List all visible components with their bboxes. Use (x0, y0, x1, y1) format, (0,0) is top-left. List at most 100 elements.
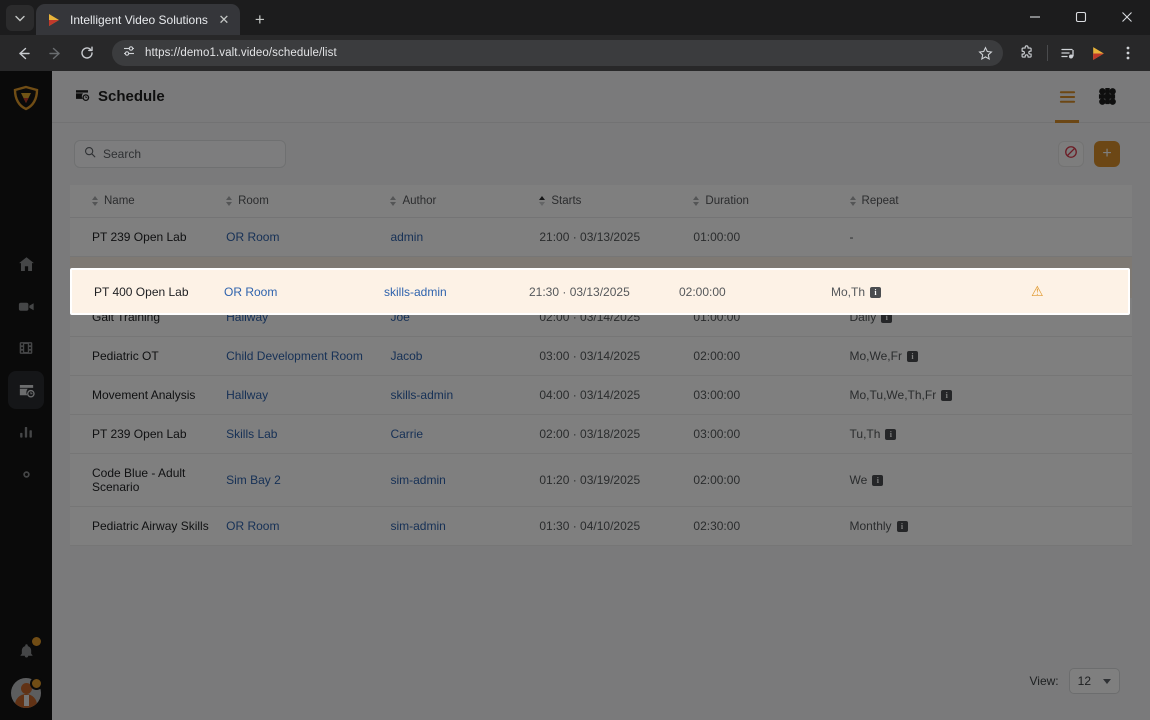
info-badge[interactable]: i (896, 521, 908, 532)
author-link[interactable]: sim-admin (390, 519, 445, 533)
room-link[interactable]: Sim Bay 2 (226, 473, 281, 487)
author-link[interactable]: admin (390, 230, 423, 244)
room-link[interactable]: OR Room (226, 271, 279, 285)
col-header-duration[interactable]: Duration (693, 185, 850, 218)
info-badge[interactable]: i (872, 475, 884, 486)
table-row[interactable]: PT 239 Open Lab Skills Lab Carrie 02:00 · 0… (70, 414, 1132, 454)
table-row[interactable]: Pediatric OT Child Development Room Jacob 0… (70, 336, 1132, 376)
valt-app-icon[interactable] (1084, 39, 1112, 67)
info-badge[interactable]: i (881, 312, 893, 323)
toolbar-actions: + (1058, 141, 1120, 167)
view-grid-button[interactable] (1094, 80, 1120, 114)
table-row[interactable]: PT 239 Open Lab OR Room admin 21:00 · 03/13… (70, 217, 1132, 257)
author-link[interactable]: Jacob (390, 349, 422, 363)
table-row[interactable]: Movement Analysis Hallway skills-admin 04:0… (70, 375, 1132, 415)
col-header-name[interactable]: Name (70, 185, 227, 218)
col-header-status (1054, 185, 1132, 218)
info-badge[interactable]: i (941, 390, 953, 401)
col-header-repeat[interactable]: Repeat (849, 185, 1055, 218)
col-header-room[interactable]: Room (226, 185, 391, 218)
extensions-icon[interactable] (1013, 39, 1041, 67)
table-row[interactable]: PT 400 Open Lab OR Room skills-admin 21:30 … (70, 256, 1132, 299)
cell-duration: 01:00:00 (693, 217, 850, 257)
cell-name: Code Blue - Adult Scenario (70, 453, 227, 507)
search-box[interactable] (74, 140, 286, 168)
cell-author: Carrie (390, 414, 540, 454)
block-icon (1064, 145, 1078, 164)
active-view-underline (1055, 119, 1079, 123)
col-header-author[interactable]: Author (390, 185, 540, 218)
view-list-button[interactable] (1054, 80, 1080, 123)
site-settings-icon[interactable] (122, 44, 136, 63)
user-avatar[interactable] (11, 677, 43, 708)
cell-duration: 02:00:00 (693, 270, 741, 285)
cell-room: Skills Lab (226, 414, 391, 454)
table-row[interactable]: Code Blue - Adult Scenario Sim Bay 2 sim-a… (70, 453, 1132, 507)
author-link[interactable]: Joe (390, 310, 409, 324)
table-header-row: Name Room Author Starts Duration Repeat (70, 185, 1132, 218)
maximize-button[interactable] (1058, 0, 1104, 33)
media-playlist-icon[interactable] (1054, 39, 1082, 67)
info-badge[interactable]: i (906, 351, 918, 362)
tab-search-button[interactable] (6, 5, 34, 31)
minimize-button[interactable] (1012, 0, 1058, 33)
author-link[interactable]: skills-admin (390, 388, 453, 402)
bookmark-star-icon[interactable] (978, 45, 993, 61)
col-header-starts[interactable]: Starts (539, 185, 694, 218)
view-label: View: (1029, 674, 1059, 688)
reload-button[interactable] (72, 38, 102, 68)
room-link[interactable]: Child Development Room (226, 349, 363, 363)
table-row[interactable]: Pediatric Airway Skills OR Room sim-admin 0… (70, 506, 1132, 546)
valt-logo-icon[interactable] (11, 83, 41, 113)
info-badge[interactable]: i (885, 429, 897, 440)
room-link[interactable]: Hallway (226, 310, 268, 324)
room-link[interactable]: Skills Lab (226, 427, 277, 441)
table-body: PT 239 Open Lab OR Room admin 21:00 · 03/13… (70, 217, 1132, 546)
cell-repeat: - (849, 217, 1055, 257)
cell-duration: 03:00:00 (693, 414, 850, 454)
room-link[interactable]: OR Room (226, 230, 279, 244)
sidebar-item-live[interactable] (8, 287, 44, 325)
room-link[interactable]: Hallway (226, 388, 268, 402)
cell-repeat: Mo,Th i (850, 257, 1055, 299)
table-row[interactable]: Gait Training Hallway Joe 02:00 · 03/14/202… (70, 298, 1132, 337)
page-size-select[interactable]: 12 (1068, 668, 1120, 694)
cell-status (1054, 217, 1132, 257)
avatar-status-badge (30, 677, 43, 690)
search-input[interactable] (103, 147, 276, 161)
browser-tab[interactable]: Intelligent Video Solutions ✕ (36, 4, 240, 35)
cell-author: admin (390, 217, 540, 257)
warning-icon[interactable]: ⚠ (1055, 269, 1068, 285)
cell-name: PT 239 Open Lab (70, 414, 227, 454)
author-link[interactable]: sim-admin (390, 473, 445, 487)
table-head: Name Room Author Starts Duration Repeat (70, 185, 1132, 218)
room-link[interactable]: OR Room (226, 519, 279, 533)
sidebar-item-home[interactable] (8, 245, 44, 283)
add-schedule-button[interactable]: + (1094, 141, 1120, 167)
cell-repeat: Mo,We,Fr i (849, 336, 1055, 376)
new-tab-button[interactable]: + (246, 5, 274, 33)
sidebar-item-schedule[interactable] (8, 371, 44, 409)
notification-badge (32, 637, 41, 646)
info-badge[interactable]: i (888, 272, 900, 284)
avatar-shirt (23, 695, 29, 706)
app-header: Schedule (52, 71, 1150, 123)
cell-status: ⚠ (1055, 257, 1132, 299)
back-button[interactable] (8, 38, 38, 68)
tab-close-icon[interactable]: ✕ (216, 12, 232, 28)
col-label: Repeat (861, 195, 899, 207)
sidebar-item-recordings[interactable] (8, 329, 44, 367)
sidebar-item-settings[interactable] (8, 455, 44, 493)
forward-button[interactable] (40, 38, 70, 68)
sidebar-item-analytics[interactable] (8, 413, 44, 451)
address-bar[interactable]: https://demo1.valt.video/schedule/list (112, 40, 1003, 66)
blackout-button[interactable] (1058, 141, 1084, 167)
close-window-button[interactable] (1104, 0, 1150, 33)
cell-status (1054, 506, 1132, 546)
cell-name: PT 239 Open Lab (70, 217, 227, 257)
notifications-bell-icon[interactable] (13, 637, 41, 664)
app-sidebar (0, 71, 52, 720)
author-link[interactable]: Carrie (390, 427, 423, 441)
author-link[interactable]: skills-admin (390, 271, 453, 285)
browser-menu-icon[interactable] (1114, 39, 1142, 67)
